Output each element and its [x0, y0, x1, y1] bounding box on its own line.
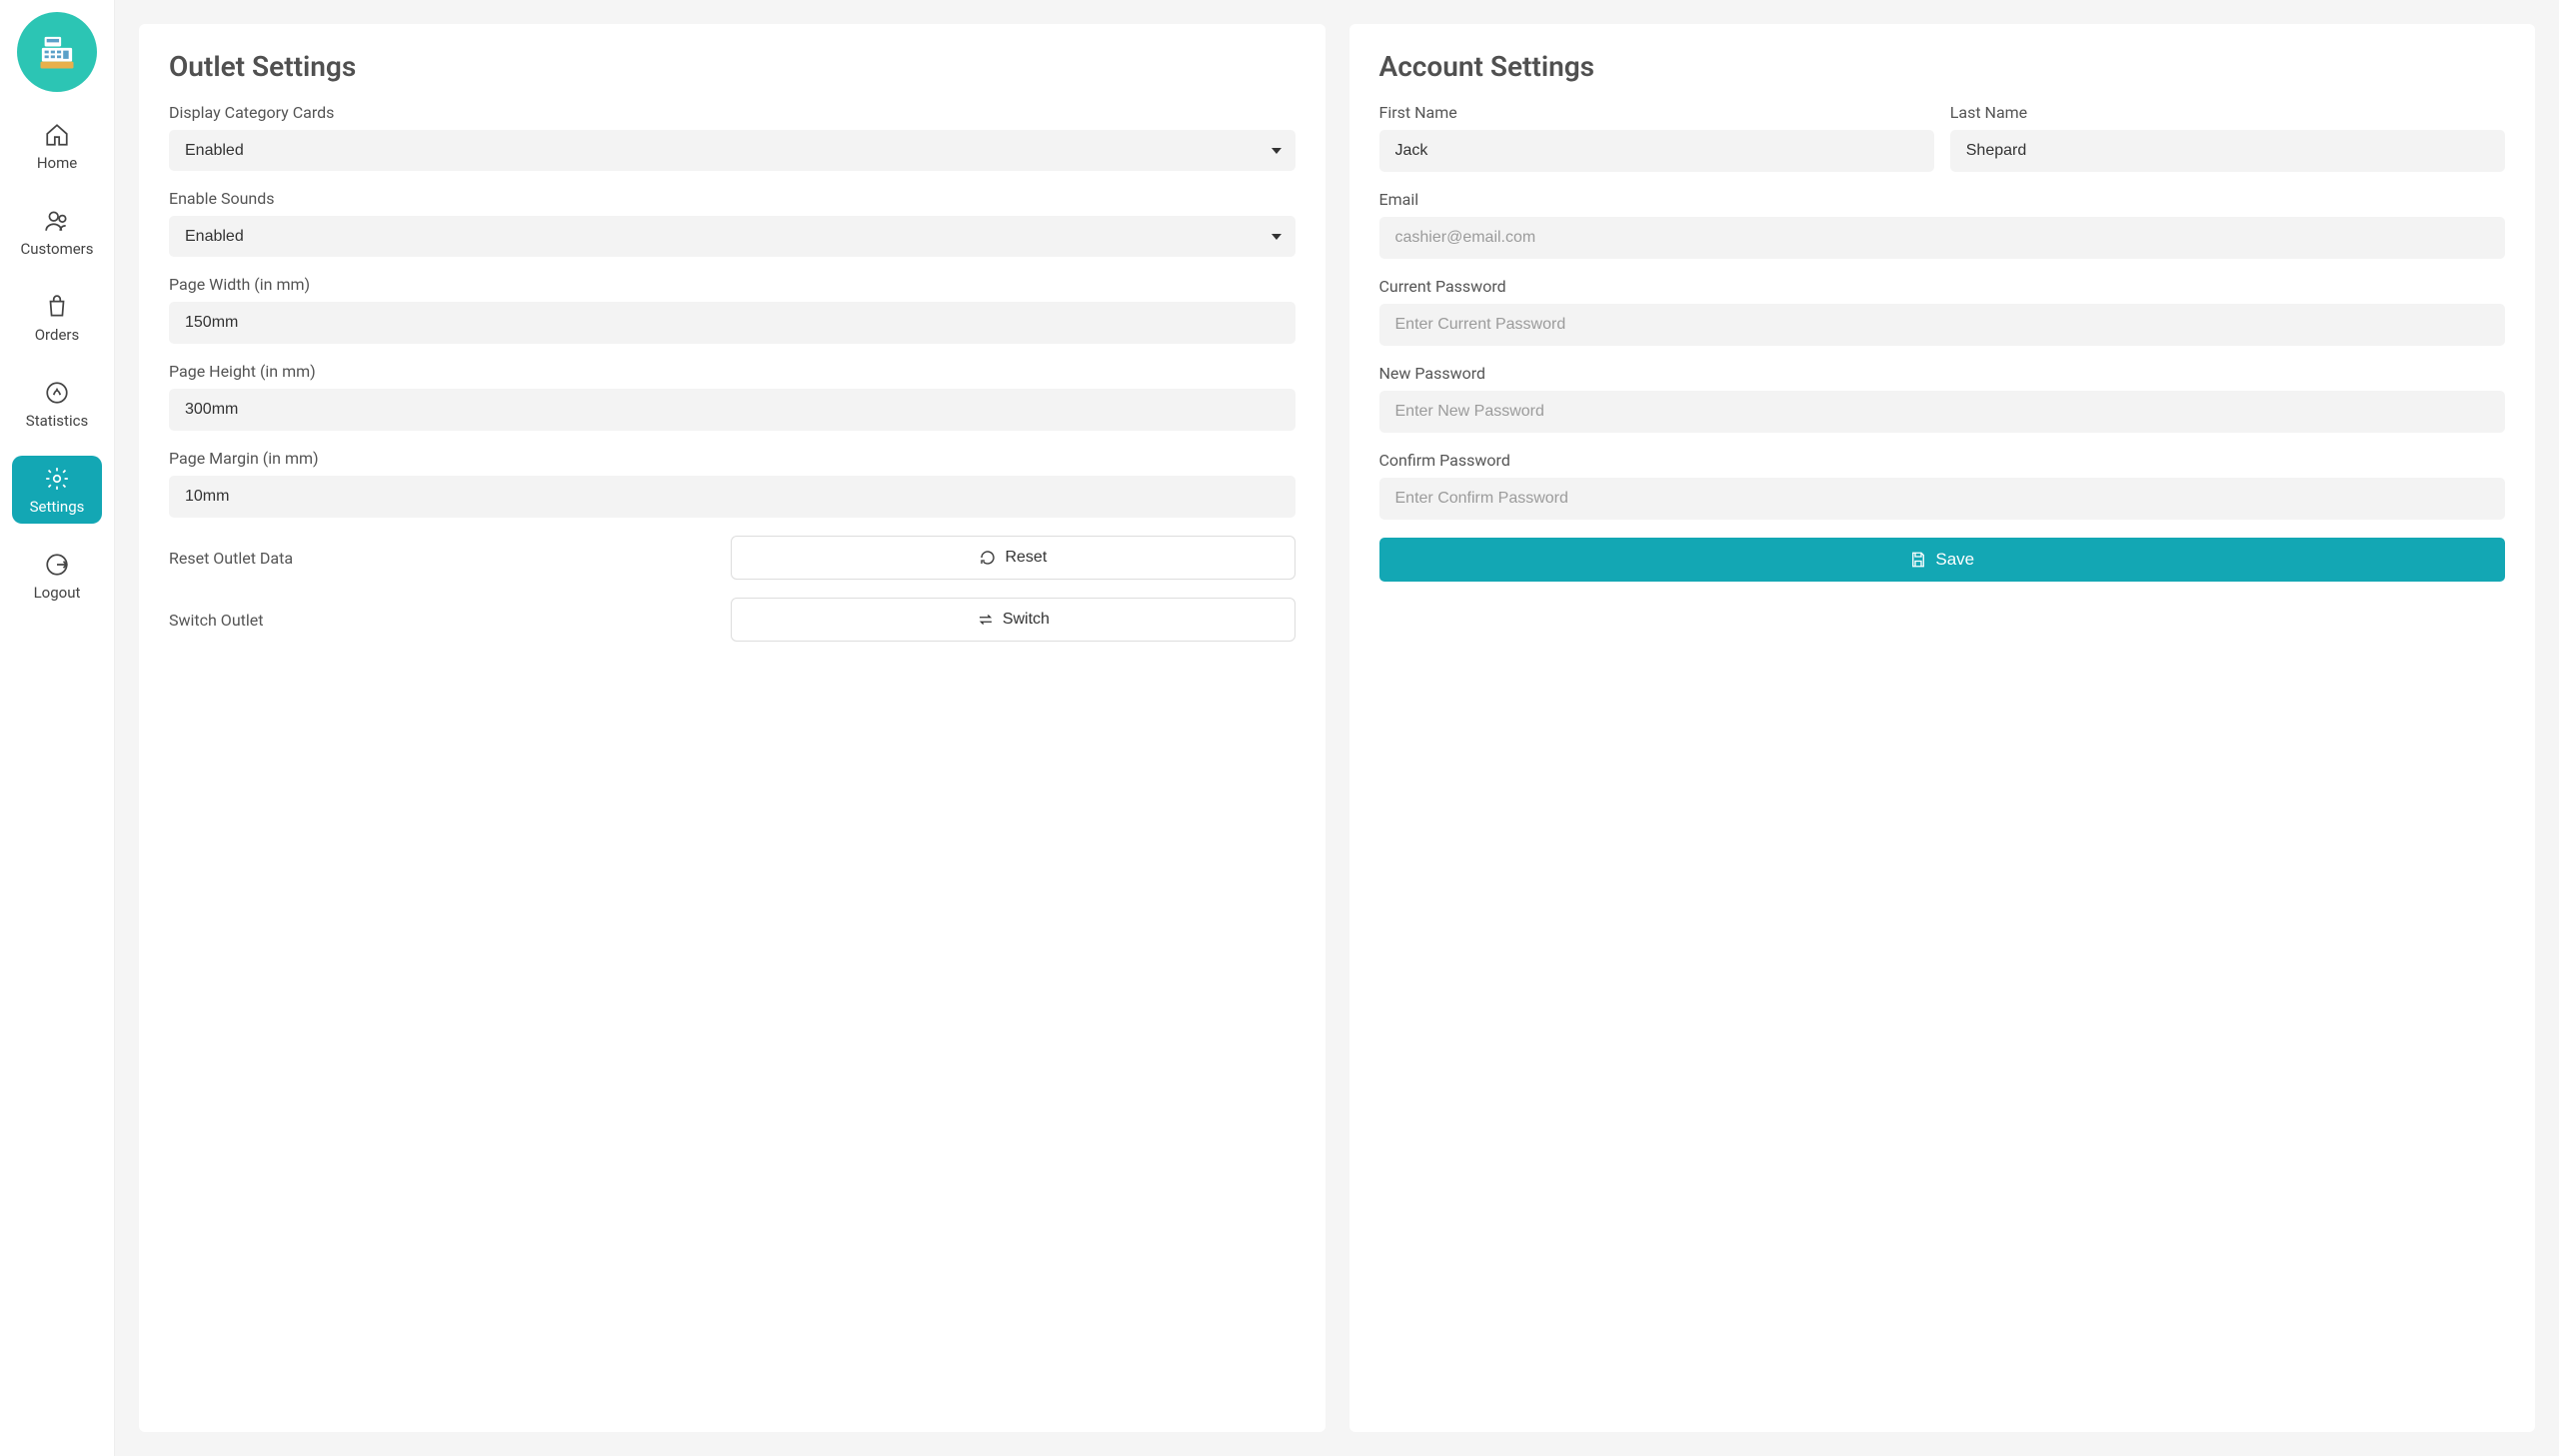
switch-icon: [977, 611, 995, 629]
save-icon: [1909, 551, 1927, 569]
confirm-password-group: Confirm Password: [1379, 451, 2506, 520]
reset-icon: [979, 549, 997, 567]
page-width-input[interactable]: [169, 302, 1295, 344]
confirm-password-label: Confirm Password: [1379, 451, 2506, 470]
current-password-input[interactable]: [1379, 304, 2506, 346]
last-name-input[interactable]: [1950, 130, 2505, 172]
nav-orders[interactable]: Orders: [12, 284, 102, 352]
email-input[interactable]: [1379, 217, 2506, 259]
customers-icon: [44, 208, 70, 234]
email-group: Email: [1379, 190, 2506, 259]
sidebar: Home Customers Orders Statistics Setting…: [0, 0, 115, 1456]
account-settings-card: Account Settings First Name Last Name Em…: [1349, 24, 2536, 1432]
nav-statistics[interactable]: Statistics: [12, 370, 102, 438]
new-password-input[interactable]: [1379, 391, 2506, 433]
switch-button-label: Switch: [1003, 611, 1050, 629]
current-password-group: Current Password: [1379, 277, 2506, 346]
outlet-settings-card: Outlet Settings Display Category Cards E…: [139, 24, 1325, 1432]
enable-sounds-select[interactable]: Enabled: [169, 216, 1295, 257]
nav-label: Logout: [34, 584, 81, 602]
home-icon: [44, 122, 70, 148]
page-height-group: Page Height (in mm): [169, 362, 1295, 431]
logout-icon: [44, 552, 70, 578]
display-category-select[interactable]: Enabled: [169, 130, 1295, 171]
display-category-label: Display Category Cards: [169, 103, 1295, 122]
account-settings-title: Account Settings: [1379, 50, 2506, 83]
page-margin-label: Page Margin (in mm): [169, 449, 1295, 468]
statistics-icon: [44, 380, 70, 406]
nav-label: Statistics: [26, 412, 88, 430]
confirm-password-input[interactable]: [1379, 478, 2506, 520]
page-width-group: Page Width (in mm): [169, 275, 1295, 344]
reset-label: Reset Outlet Data: [169, 549, 731, 568]
nav-label: Orders: [35, 326, 80, 344]
switch-button[interactable]: Switch: [731, 598, 1294, 642]
main-content: Outlet Settings Display Category Cards E…: [115, 0, 2559, 1456]
reset-button-label: Reset: [1005, 549, 1047, 567]
page-height-input[interactable]: [169, 389, 1295, 431]
nav-settings[interactable]: Settings: [12, 456, 102, 524]
nav-label: Home: [37, 154, 77, 172]
last-name-group: Last Name: [1950, 103, 2505, 172]
nav-customers[interactable]: Customers: [12, 198, 102, 266]
first-name-group: First Name: [1379, 103, 1934, 172]
page-margin-input[interactable]: [169, 476, 1295, 518]
enable-sounds-group: Enable Sounds Enabled: [169, 189, 1295, 257]
page-height-label: Page Height (in mm): [169, 362, 1295, 381]
current-password-label: Current Password: [1379, 277, 2506, 296]
page-width-label: Page Width (in mm): [169, 275, 1295, 294]
switch-row: Switch Outlet Switch: [169, 598, 1295, 642]
nav-home[interactable]: Home: [12, 112, 102, 180]
reset-button[interactable]: Reset: [731, 536, 1294, 580]
enable-sounds-label: Enable Sounds: [169, 189, 1295, 208]
first-name-input[interactable]: [1379, 130, 1934, 172]
nav-logout[interactable]: Logout: [12, 542, 102, 610]
outlet-settings-title: Outlet Settings: [169, 50, 1295, 83]
last-name-label: Last Name: [1950, 103, 2505, 122]
email-label: Email: [1379, 190, 2506, 209]
display-category-group: Display Category Cards Enabled: [169, 103, 1295, 171]
page-margin-group: Page Margin (in mm): [169, 449, 1295, 518]
first-name-label: First Name: [1379, 103, 1934, 122]
app-logo: [17, 12, 97, 92]
new-password-group: New Password: [1379, 364, 2506, 433]
save-button-label: Save: [1935, 550, 1974, 570]
settings-icon: [44, 466, 70, 492]
nav-label: Customers: [20, 240, 93, 258]
cash-register-icon: [35, 30, 79, 74]
orders-icon: [44, 294, 70, 320]
save-button[interactable]: Save: [1379, 538, 2506, 582]
switch-label: Switch Outlet: [169, 611, 731, 630]
reset-row: Reset Outlet Data Reset: [169, 536, 1295, 580]
new-password-label: New Password: [1379, 364, 2506, 383]
nav-label: Settings: [30, 498, 85, 516]
